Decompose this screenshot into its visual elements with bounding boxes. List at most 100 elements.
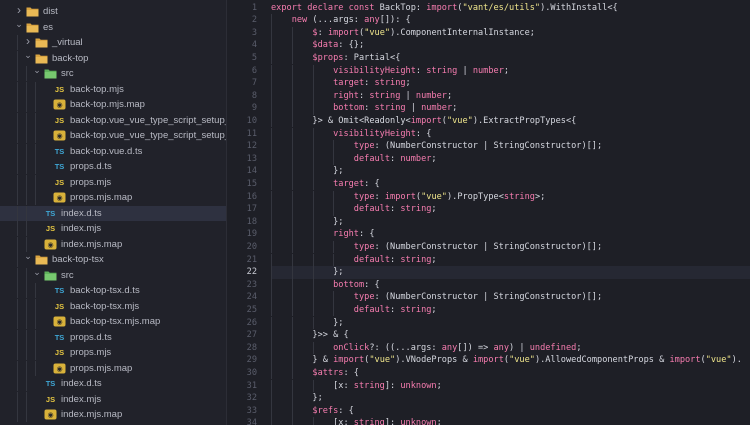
- code-line[interactable]: };: [271, 316, 750, 330]
- code-token: |: [405, 103, 422, 114]
- explorer-folder[interactable]: ⌄ es: [0, 20, 226, 35]
- indent-guide: [271, 77, 272, 90]
- indent-guide: [26, 221, 27, 236]
- code-line[interactable]: type: (NumberConstructor | StringConstru…: [271, 140, 750, 153]
- code-line[interactable]: };: [271, 266, 750, 279]
- code-line[interactable]: type: (NumberConstructor | StringConstru…: [271, 240, 750, 254]
- explorer-folder[interactable]: ⌄ back-top: [0, 50, 226, 66]
- indent-guide: [271, 114, 272, 128]
- code-line[interactable]: right: {: [271, 228, 750, 241]
- indent-guide: [26, 267, 27, 283]
- code-line[interactable]: };: [271, 215, 750, 229]
- code-token: "vue": [705, 355, 732, 366]
- code-line[interactable]: target: {: [271, 177, 750, 191]
- explorer-file[interactable]: ◉ props.mjs.map: [0, 360, 226, 376]
- indent-guide: [26, 81, 27, 97]
- explorer-file[interactable]: JS back-top.vue_vue_type_script_setup_...: [0, 112, 226, 128]
- explorer-file[interactable]: ◉ index.mjs.map: [0, 236, 226, 252]
- code-line[interactable]: $attrs: {: [271, 366, 750, 380]
- explorer-item-label: _virtual: [52, 37, 83, 48]
- chevron-down-icon[interactable]: ⌄: [32, 66, 42, 78]
- code-line[interactable]: default: string;: [271, 253, 750, 267]
- explorer-file[interactable]: JS back-top.mjs: [0, 81, 226, 97]
- explorer-file[interactable]: ◉ back-top.vue_vue_type_script_setup_...: [0, 128, 226, 143]
- code-line[interactable]: $refs: {: [271, 404, 750, 418]
- explorer-file[interactable]: ◉ back-top-tsx.mjs.map: [0, 314, 226, 329]
- code-line[interactable]: bottom: {: [271, 278, 750, 292]
- explorer-file[interactable]: JS index.mjs: [0, 391, 226, 407]
- folder-icon: [35, 37, 48, 48]
- chevron-right-icon[interactable]: ›: [23, 35, 33, 49]
- explorer-file[interactable]: JS back-top-tsx.mjs: [0, 298, 226, 314]
- code-line[interactable]: [x: string]: unknown;: [271, 379, 750, 393]
- code-token: import: [472, 355, 504, 366]
- code-line[interactable]: }> & Omit<Readonly<import("vue").Extract…: [271, 114, 750, 128]
- svg-text:◉: ◉: [56, 365, 62, 373]
- explorer-file[interactable]: JS props.mjs: [0, 345, 226, 360]
- code-line[interactable]: right: string | number;: [271, 89, 750, 103]
- indent-guide: [291, 127, 293, 141]
- explorer-file[interactable]: TS props.d.ts: [0, 159, 226, 174]
- code-token: onClick: [333, 342, 370, 353]
- code-token: "vue": [509, 355, 535, 366]
- code-line[interactable]: $: import("vue").ComponentInternalInstan…: [271, 26, 750, 40]
- code-token: ).VNodeProps &: [395, 355, 473, 366]
- code-line[interactable]: type: import("vue").PropType<string>;: [271, 190, 750, 204]
- code-token: :: [390, 153, 401, 164]
- explorer-file[interactable]: TS back-top.vue.d.ts: [0, 143, 226, 159]
- indent-guide: [291, 228, 293, 241]
- explorer-file[interactable]: ◉ props.mjs.map: [0, 190, 226, 205]
- code-line[interactable]: } & import("vue").VNodeProps & import("v…: [271, 354, 750, 367]
- code-line[interactable]: default: string;: [271, 303, 750, 317]
- code-line[interactable]: new (...args: any[]): {: [271, 14, 750, 27]
- indent-guide: [35, 283, 36, 298]
- explorer-file[interactable]: ◉ index.mjs.map: [0, 407, 226, 422]
- code-line[interactable]: visibilityHeight: {: [271, 127, 750, 141]
- explorer-folder[interactable]: › dist: [0, 4, 226, 19]
- code-line[interactable]: default: number;: [271, 152, 750, 166]
- chevron-down-icon[interactable]: ⌄: [23, 51, 33, 63]
- code-line[interactable]: }>> & {: [271, 329, 750, 342]
- indent-guide: [26, 314, 27, 329]
- code-line[interactable]: };: [271, 165, 750, 178]
- chevron-down-icon[interactable]: ⌄: [32, 268, 42, 280]
- explorer-file[interactable]: JS props.mjs: [0, 174, 226, 190]
- code-line[interactable]: export declare const BackTop: import("va…: [271, 2, 750, 15]
- explorer-folder[interactable]: ⌄ back-top-tsx: [0, 252, 226, 267]
- explorer-file[interactable]: ◉ back-top.mjs.map: [0, 97, 226, 112]
- explorer-file[interactable]: TS index.d.ts: [0, 376, 226, 391]
- code-line[interactable]: };: [271, 392, 750, 405]
- indent-guide: [291, 64, 293, 78]
- code-line[interactable]: [x: string]: unknown;: [271, 417, 750, 425]
- code-line[interactable]: type: (NumberConstructor | StringConstru…: [271, 291, 750, 304]
- explorer-file[interactable]: TS props.d.ts: [0, 329, 226, 345]
- explorer-folder[interactable]: › _virtual: [0, 35, 226, 50]
- indent-guide: [271, 152, 272, 166]
- explorer-file[interactable]: TS back-top-tsx.d.ts: [0, 283, 226, 298]
- chevron-down-icon[interactable]: ⌄: [14, 20, 24, 32]
- code-line[interactable]: $data: {};: [271, 39, 750, 52]
- code-token: default: [353, 204, 391, 215]
- explorer-folder[interactable]: ⌄ src: [0, 267, 226, 283]
- code-line[interactable]: onClick?: ((...args: any[]) => any) | un…: [271, 341, 750, 355]
- indent-guide: [291, 366, 293, 380]
- code-line[interactable]: visibilityHeight: string | number;: [271, 64, 750, 78]
- code-token: default: [353, 304, 391, 315]
- explorer-folder[interactable]: ⌄ src: [0, 66, 226, 81]
- explorer-file[interactable]: TS index.d.ts: [0, 205, 226, 221]
- code-line[interactable]: default: string;: [271, 203, 750, 216]
- indent-guide: [312, 240, 314, 254]
- code-line[interactable]: bottom: string | number;: [271, 102, 750, 115]
- code-line[interactable]: $props: Partial<{: [271, 51, 750, 65]
- code-token: string: [400, 254, 432, 265]
- code-area[interactable]: export declare const BackTop: import("va…: [271, 0, 750, 425]
- chevron-right-icon[interactable]: ›: [14, 4, 24, 18]
- code-editor[interactable]: 1 2 3 4 5 6 7 8 9 10 11 12 13 14 15 16 17 18 19 20 21 22 23 24 2…: [227, 0, 750, 425]
- indent-guide: [312, 64, 314, 78]
- indent-guide: [312, 152, 314, 166]
- explorer-file[interactable]: JS index.mjs: [0, 221, 226, 236]
- chevron-down-icon[interactable]: ⌄: [23, 252, 33, 264]
- code-line[interactable]: target: string;: [271, 77, 750, 90]
- indent-guide: [26, 283, 27, 298]
